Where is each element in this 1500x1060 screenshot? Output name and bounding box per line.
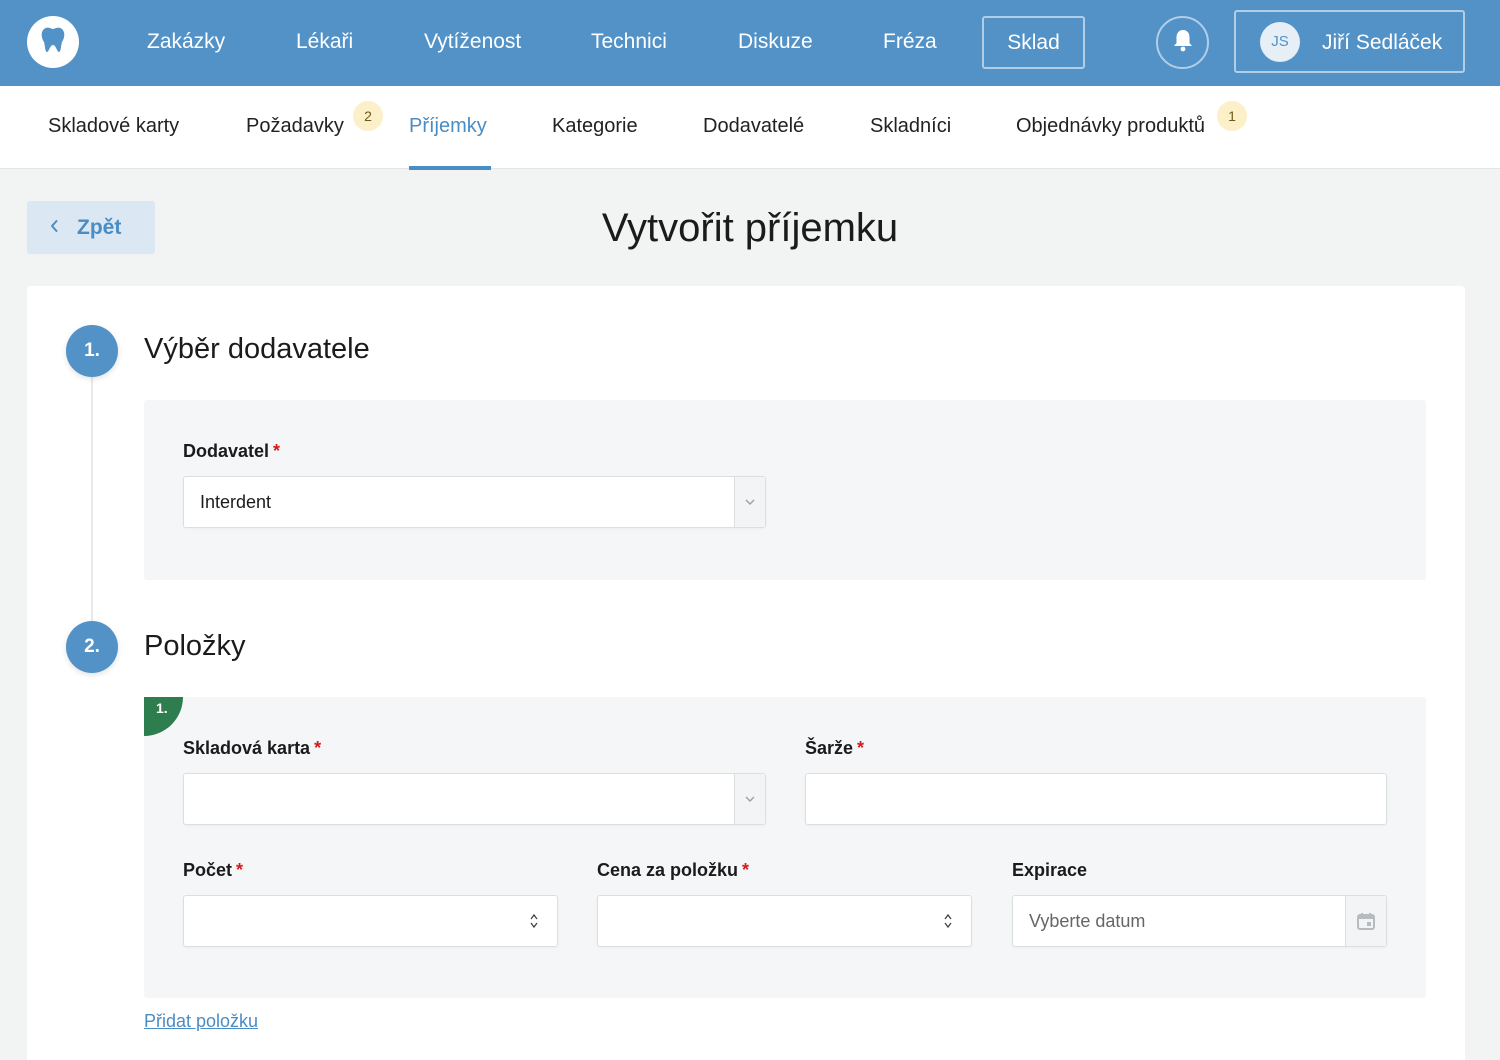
- bell-icon: [1172, 28, 1194, 57]
- supplier-select[interactable]: Interdent: [183, 476, 766, 528]
- active-tab-indicator: [409, 166, 491, 170]
- supplier-label: Dodavatel *: [183, 441, 281, 461]
- calendar-icon[interactable]: [1345, 896, 1386, 946]
- pozadavky-count-badge: 2: [353, 101, 383, 131]
- required-mark: *: [314, 738, 322, 758]
- stock-card-label: Skladová karta *: [183, 738, 322, 758]
- expiry-placeholder: Vyberte datum: [1029, 911, 1146, 931]
- nav-vytizenost[interactable]: Vytíženost: [424, 0, 521, 86]
- step-2-marker: 2.: [66, 621, 118, 673]
- tab-kategorie[interactable]: Kategorie: [552, 86, 638, 169]
- price-label: Cena za položku *: [597, 860, 750, 880]
- supplier-select-value: Interdent: [200, 492, 272, 512]
- page-title: Vytvořit příjemku: [601, 206, 899, 250]
- sub-navbar: Skladové karty Požadavky 2 Příjemky Kate…: [0, 86, 1500, 170]
- logo[interactable]: [27, 16, 79, 68]
- user-name: Jiří Sedláček: [1322, 31, 1443, 54]
- required-mark: *: [742, 860, 750, 880]
- step-1-marker: 1.: [66, 325, 118, 377]
- avatar: JS: [1260, 22, 1300, 62]
- notifications-button[interactable]: [1156, 16, 1209, 69]
- objednavky-count-badge: 1: [1217, 101, 1247, 131]
- tab-skladove-karty[interactable]: Skladové karty: [48, 86, 179, 169]
- chevron-down-icon: [734, 774, 765, 824]
- expiry-date-input[interactable]: Vyberte datum: [1012, 895, 1387, 947]
- tooth-icon: [40, 26, 66, 59]
- required-mark: *: [857, 738, 865, 758]
- chevron-down-icon: [734, 477, 765, 527]
- nav-sklad-button[interactable]: Sklad: [982, 16, 1085, 69]
- item-number: 1.: [156, 700, 168, 716]
- step-1-title: Výběr dodavatele: [144, 333, 370, 365]
- price-input[interactable]: [597, 895, 972, 947]
- number-stepper-icon[interactable]: [529, 911, 539, 936]
- nav-zakazky[interactable]: Zakázky: [147, 0, 225, 86]
- count-input[interactable]: [183, 895, 558, 947]
- chevron-left-icon: [49, 218, 59, 239]
- nav-freza[interactable]: Fréza: [883, 0, 937, 86]
- add-item-link[interactable]: Přidat položku: [144, 1011, 258, 1032]
- steps-timeline: [91, 376, 93, 624]
- tab-pozadavky[interactable]: Požadavky: [246, 86, 344, 169]
- nav-technici[interactable]: Technici: [591, 0, 667, 86]
- number-stepper-icon[interactable]: [943, 911, 953, 936]
- tab-objednavky-produktu[interactable]: Objednávky produktů: [1016, 86, 1205, 169]
- top-navbar: Zakázky Lékaři Vytíženost Technici Disku…: [0, 0, 1500, 86]
- tab-skladnici[interactable]: Skladníci: [870, 86, 951, 169]
- step-2-title: Položky: [144, 630, 246, 662]
- expiry-label: Expirace: [1012, 860, 1088, 880]
- tab-dodavatele[interactable]: Dodavatelé: [703, 86, 804, 169]
- count-label: Počet *: [183, 860, 244, 880]
- nav-lekari[interactable]: Lékaři: [296, 0, 353, 86]
- batch-label: Šarže *: [805, 738, 865, 758]
- nav-diskuze[interactable]: Diskuze: [738, 0, 813, 86]
- required-mark: *: [273, 441, 281, 461]
- stock-card-select[interactable]: [183, 773, 766, 825]
- batch-input[interactable]: [805, 773, 1387, 825]
- user-menu-button[interactable]: JS Jiří Sedláček: [1234, 10, 1465, 73]
- tab-prijemky[interactable]: Příjemky: [409, 86, 487, 169]
- back-button[interactable]: Zpět: [27, 201, 155, 254]
- required-mark: *: [236, 860, 244, 880]
- back-label: Zpět: [77, 216, 122, 239]
- item-panel: [144, 697, 1426, 998]
